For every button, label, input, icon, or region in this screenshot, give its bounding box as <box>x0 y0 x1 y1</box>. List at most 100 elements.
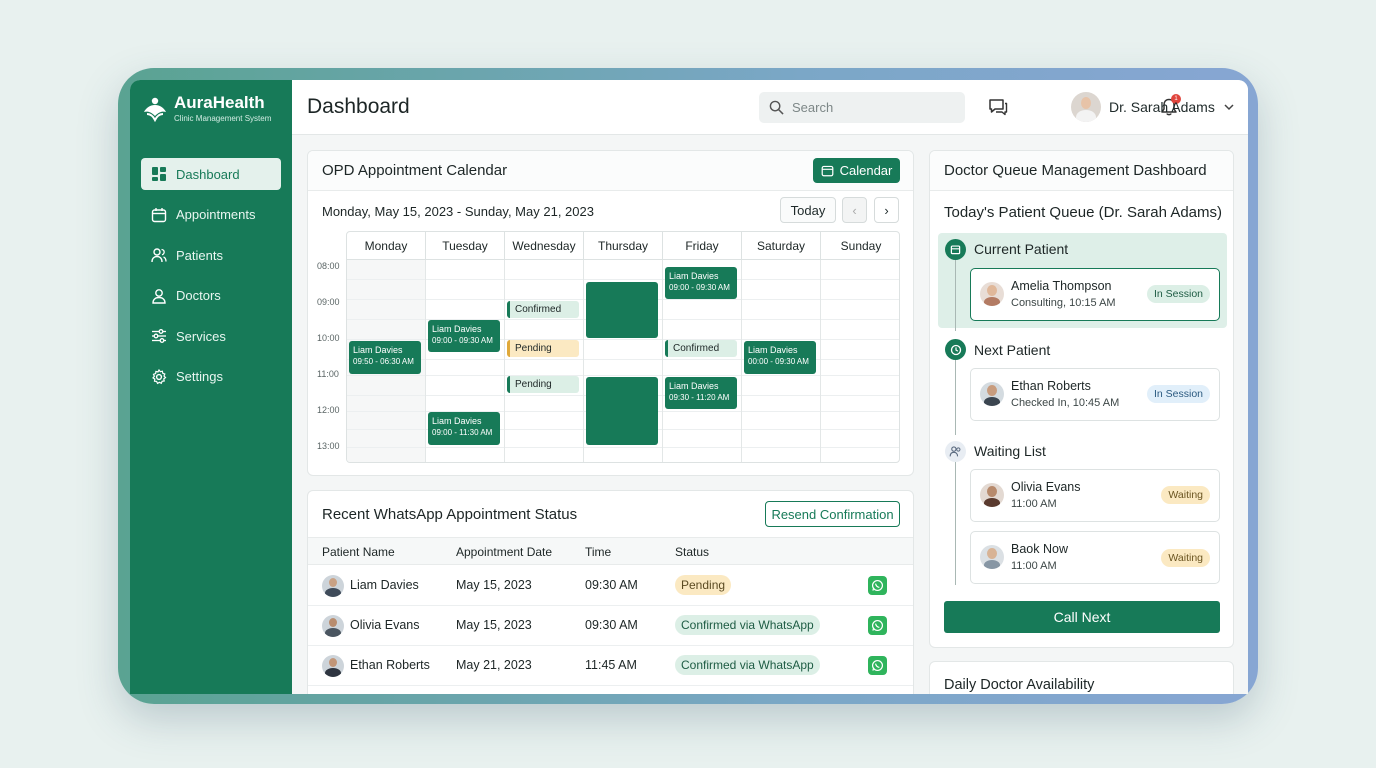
search-icon <box>769 100 784 115</box>
sidebar-item-appointments[interactable]: Appointments <box>141 199 281 231</box>
appointment-time: 09:30 AM <box>585 578 638 592</box>
column-header: Appointment Date <box>456 545 553 559</box>
avatar <box>980 282 1004 306</box>
grid-line <box>347 375 899 376</box>
avatar <box>980 382 1004 406</box>
table-row[interactable]: Liam Davies May 15, 2023 09:30 AM Pendin… <box>308 566 913 606</box>
week-range: Monday, May 15, 2023 - Sunday, May 21, 2… <box>322 204 594 219</box>
avatar <box>980 545 1004 569</box>
appointment-time: 00:00 - 09:30 AM <box>748 357 809 366</box>
grid-line <box>347 359 899 360</box>
waiting-patient-card[interactable]: Olivia Evans 11:00 AM Waiting <box>970 469 1220 522</box>
calendar-button[interactable]: Calendar <box>813 158 900 183</box>
queue-title: Doctor Queue Management Dashboard <box>944 162 1207 179</box>
calendar-icon <box>821 165 833 177</box>
sidebar-item-doctors[interactable]: Doctors <box>141 280 281 312</box>
appointment-time: 09:50 - 06:30 AM <box>353 357 414 366</box>
patient-detail: 11:00 AM <box>1011 560 1057 572</box>
app-window: AuraHealth Clinic Management System Dash… <box>130 80 1248 694</box>
grid-column-line <box>583 260 584 462</box>
column-header: Time <box>585 545 612 559</box>
search-input[interactable] <box>792 100 952 115</box>
sidebar-item-patients[interactable]: Patients <box>141 239 281 271</box>
pending-tag[interactable]: Pending <box>507 340 579 357</box>
avatar <box>322 655 344 677</box>
patient-name: Baok Now <box>1011 542 1068 556</box>
calendar-button-label: Calendar <box>839 163 893 178</box>
status-badge: Waiting <box>1161 549 1210 567</box>
appointment-time: 09:00 - 09:30 AM <box>432 336 493 345</box>
appointment-block[interactable] <box>586 282 658 338</box>
search-box[interactable] <box>759 92 965 123</box>
call-next-button[interactable]: Call Next <box>944 601 1220 633</box>
day-header: Friday <box>663 232 742 260</box>
sidebar-item-label: Appointments <box>176 207 256 223</box>
appointment-date: May 15, 2023 <box>456 618 532 632</box>
time-label: 13:00 <box>317 441 340 451</box>
appointment-block[interactable]: Liam Davies 09:00 - 09:30 AM <box>665 267 737 299</box>
next-patient-card[interactable]: Ethan Roberts Checked In, 10:45 AM In Se… <box>970 368 1220 421</box>
chevron-down-icon <box>1224 104 1234 111</box>
appointment-block[interactable]: Liam Davies 09:00 - 09:30 AM <box>428 320 500 352</box>
status-badge: Waiting <box>1161 486 1210 504</box>
appointment-block[interactable] <box>586 377 658 445</box>
sidebar-item-services[interactable]: Services <box>141 320 281 352</box>
whatsapp-icon[interactable] <box>868 616 887 635</box>
avatar <box>322 615 344 637</box>
status-badge: Confirmed via WhatsApp <box>675 655 820 675</box>
appointment-name: Liam Davies <box>748 345 798 355</box>
prev-week-button[interactable]: ‹ <box>842 197 867 223</box>
status-badge: Confirmed via WhatsApp <box>675 615 820 635</box>
appointment-block[interactable]: Liam Davies 09:30 - 11:20 AM <box>665 377 737 409</box>
whatsapp-status-card: Recent WhatsApp Appointment Status Resen… <box>307 490 914 694</box>
user-menu[interactable]: Dr. Sarah Adams <box>1071 92 1235 122</box>
calendar-icon <box>945 239 966 260</box>
calendar-card: OPD Appointment Calendar Calendar Monday… <box>307 150 914 476</box>
appointment-time: 11:45 AM <box>585 658 637 672</box>
patient-name: Ethan Roberts <box>350 658 430 672</box>
brand: AuraHealth Clinic Management System <box>142 94 271 123</box>
time-label: 08:00 <box>317 261 340 271</box>
whatsapp-title: Recent WhatsApp Appointment Status <box>322 506 578 523</box>
patient-name: Amelia Thompson <box>1011 279 1112 293</box>
whatsapp-icon[interactable] <box>868 576 887 595</box>
appointment-block[interactable]: Liam Davies 09:50 - 06:30 AM <box>349 341 421 374</box>
next-week-button[interactable]: › <box>874 197 899 223</box>
patient-name: Olivia Evans <box>1011 480 1081 494</box>
queue-subtitle: Today's Patient Queue (Dr. Sarah Adams) <box>944 204 1223 221</box>
today-button[interactable]: Today <box>780 197 836 223</box>
sidebar-nav: Dashboard Appointments Patients Doctors … <box>141 158 281 402</box>
table-row[interactable]: Olivia Evans May 15, 2023 09:30 AM Confi… <box>308 606 913 646</box>
confirmed-tag[interactable]: Confirmed <box>665 340 737 357</box>
week-grid: Monday Tuesday Wednesday Thursday Friday… <box>346 231 900 463</box>
appointment-name: Liam Davies <box>432 324 482 334</box>
chat-icon[interactable] <box>988 97 1008 117</box>
sidebar-item-label: Dashboard <box>176 166 240 182</box>
sidebar-item-dashboard[interactable]: Dashboard <box>141 158 281 190</box>
whatsapp-icon[interactable] <box>868 656 887 675</box>
sliders-icon <box>152 329 166 344</box>
patient-name: Ethan Roberts <box>1011 379 1091 393</box>
appointment-date: May 21, 2023 <box>456 658 532 672</box>
table-row[interactable]: Ethan Roberts May 21, 2023 11:45 AM Conf… <box>308 646 913 686</box>
pending-tag[interactable]: Pending <box>507 376 579 393</box>
calendar-title: OPD Appointment Calendar <box>322 162 508 179</box>
day-header: Sunday <box>821 232 899 260</box>
time-label: 12:00 <box>317 405 340 415</box>
grid-line <box>347 279 899 280</box>
appointment-block[interactable]: Liam Davies 09:00 - 11:30 AM <box>428 412 500 445</box>
status-badge: In Session <box>1146 385 1210 403</box>
resend-confirmation-button[interactable]: Resend Confirmation <box>765 501 900 527</box>
confirmed-tag[interactable]: Confirmed <box>507 301 579 318</box>
column-header: Patient Name <box>322 545 395 559</box>
patients-icon <box>151 248 167 263</box>
appointment-block[interactable]: Liam Davies 00:00 - 09:30 AM <box>744 341 816 374</box>
current-patient-card[interactable]: Amelia Thompson Consulting, 10:15 AM In … <box>970 268 1220 321</box>
grid-column-line <box>820 260 821 462</box>
sidebar-item-settings[interactable]: Settings <box>141 361 281 393</box>
appointment-time: 09:30 - 11:20 AM <box>669 393 730 402</box>
availability-title: Daily Doctor Availability <box>944 677 1095 693</box>
patient-name: Olivia Evans <box>350 618 420 632</box>
waiting-patient-card[interactable]: Baok Now 11:00 AM Waiting <box>970 531 1220 584</box>
status-badge: In Session <box>1146 285 1210 303</box>
